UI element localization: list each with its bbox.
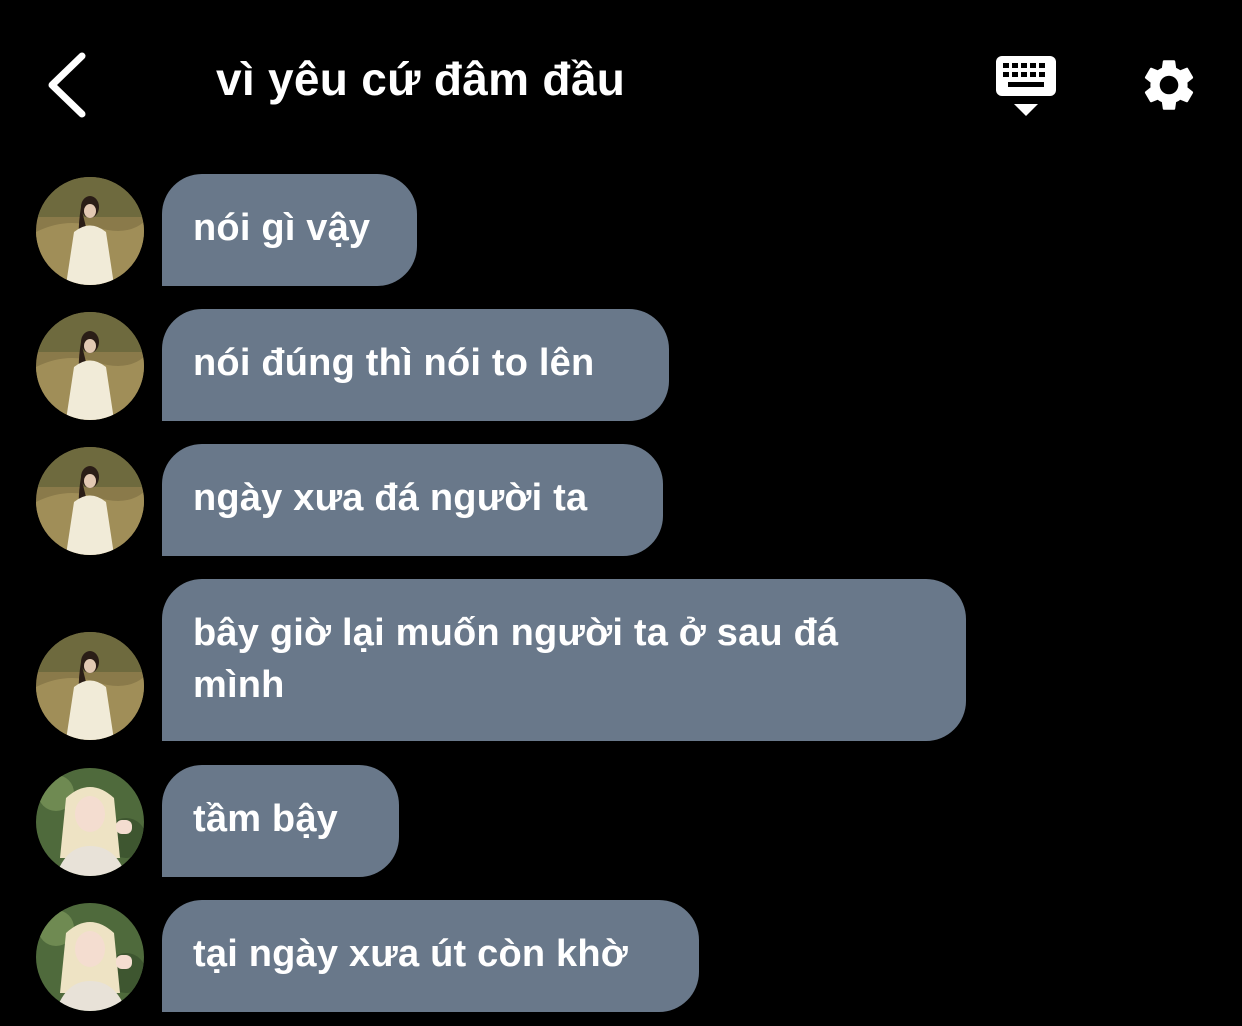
avatar[interactable] (36, 177, 144, 285)
message-text: tầm bậy (193, 798, 339, 840)
message-bubble[interactable]: nói đúng thì nói to lên (162, 309, 669, 421)
message-bubble[interactable]: nói gì vậy (162, 174, 417, 286)
avatar-image-a (36, 177, 144, 285)
message-text: nói gì vậy (193, 207, 371, 249)
settings-button[interactable] (1138, 54, 1200, 116)
gear-icon (1144, 60, 1194, 110)
message-bubble[interactable]: tại ngày xưa út còn khờ (162, 900, 699, 1012)
avatar-image-a (36, 447, 144, 555)
message-text: tại ngày xưa út còn khờ (193, 933, 628, 975)
avatar-image-a (36, 632, 144, 740)
message-text: ngày xưa đá người ta (193, 477, 588, 519)
avatar[interactable] (36, 447, 144, 555)
chat-title: vì yêu cứ đâm đầu (216, 53, 626, 105)
message-bubble[interactable]: tầm bậy (162, 765, 399, 877)
message-row: tại ngày xưa út còn khờ (0, 900, 1242, 1012)
message-row: bây giờ lại muốn người ta ở sau đá mình (0, 579, 1242, 741)
avatar[interactable] (36, 768, 144, 876)
message-row: nói gì vậy (0, 174, 1242, 286)
avatar-image-b (36, 768, 144, 876)
chat-header: vì yêu cứ đâm đầu (0, 0, 1242, 170)
message-bubble[interactable]: ngày xưa đá người ta (162, 444, 663, 556)
avatar[interactable] (36, 903, 144, 1011)
message-text: nói đúng thì nói to lên (193, 342, 595, 384)
avatar[interactable] (36, 312, 144, 420)
message-row: nói đúng thì nói to lên (0, 309, 1242, 421)
chevron-left-icon (48, 52, 86, 118)
message-row: ngày xưa đá người ta (0, 444, 1242, 556)
back-button[interactable] (40, 50, 96, 120)
avatar-image-a (36, 312, 144, 420)
message-text: bây giờ lại muốn người ta ở sau đá mình (193, 612, 839, 706)
message-row: tầm bậy (0, 765, 1242, 877)
keyboard-toggle-button[interactable] (994, 54, 1058, 118)
avatar-image-b (36, 903, 144, 1011)
keyboard-icon (996, 56, 1056, 116)
message-bubble[interactable]: bây giờ lại muốn người ta ở sau đá mình (162, 579, 966, 741)
avatar[interactable] (36, 632, 144, 740)
